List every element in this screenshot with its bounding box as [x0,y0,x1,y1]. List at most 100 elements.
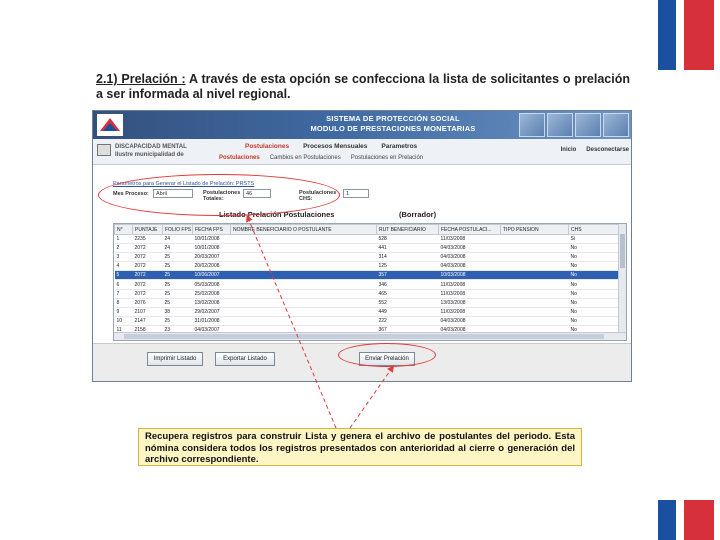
table-row[interactable]: 9 2107 38 29/02/2007 449 11/03/2008 No [114,307,621,317]
table-cell: 25 [162,261,193,272]
table-cell: 2072 [132,289,163,299]
table-row[interactable]: 1 2235 24 10/01/2008 528 11/03/2008 Si [114,234,621,245]
menu-desconectarse[interactable]: Desconectarse [586,147,629,153]
vertical-scrollbar[interactable] [618,224,626,332]
column-header[interactable]: NOMBRE BENEFICIARIO O POSTULANTE [230,224,377,235]
table-cell [230,261,377,272]
table-cell: 10/03/2008 [438,270,501,281]
column-header[interactable]: CHS [568,224,621,235]
table-cell [230,298,377,308]
chs-field[interactable]: 1 [343,189,369,198]
table-row[interactable]: 7 2072 25 25/02/2008 465 11/03/2008 No [114,289,621,299]
column-header[interactable]: RUT BENEFICIARIO [376,224,439,235]
submenu-cambios[interactable]: Cambios en Postulaciones [270,155,341,161]
table-cell: 20/02/2008 [192,261,231,272]
table-cell: 2107 [132,307,163,317]
table-cell [230,270,377,281]
app-banner: SISTEMA DE PROTECCIÓN SOCIAL MODULO DE P… [93,111,631,139]
table-cell: 25/02/2008 [192,289,231,299]
table-cell [230,307,377,317]
table-cell [230,243,377,254]
table-cell: 8 [114,298,133,308]
table-cell [500,234,569,245]
table-cell: 528 [376,234,439,245]
table-cell: 2 [114,243,133,254]
column-header[interactable]: FECHA FPS [192,224,231,235]
table-cell: 441 [376,243,439,254]
main-menu: Postulaciones Procesos Mensuales Paramet… [245,143,417,150]
table-cell [500,307,569,317]
table-header-row: N° PUNTAJE FOLIO FPS FECHA FPS NOMBRE BENEFI… [114,224,621,235]
table-cell: 38 [162,307,193,317]
table-cell [230,252,377,263]
column-header[interactable]: PUNTAJE [132,224,163,235]
menu-procesos-mensuales[interactable]: Procesos Mensuales [303,143,367,150]
table-cell: 13/03/2008 [438,298,501,308]
table-row[interactable]: 3 2072 25 20/03/2007 314 04/03/2008 No [114,252,621,263]
prelacion-table: N° PUNTAJE FOLIO FPS FECHA FPS NOMBRE BENEFI… [113,223,627,341]
table-cell [500,279,569,290]
table-cell: 7 [114,289,133,299]
table-cell [500,261,569,272]
table-cell: 25 [162,289,193,299]
table-cell: No [568,270,621,281]
table-cell: 10/01/2008 [192,243,231,254]
table-cell [500,270,569,281]
table-cell [500,289,569,299]
menu-postulaciones[interactable]: Postulaciones [245,143,289,150]
table-cell: 6 [114,279,133,290]
navigation-bar: DISCAPACIDAD MENTAL Ilustre municipalida… [93,139,631,165]
horizontal-scrollbar[interactable] [114,332,626,340]
table-cell: 10/06/2007 [192,270,231,281]
sub-menu: Postulaciones Cambios en Postulaciones P… [219,155,423,161]
table-cell: No [568,279,621,290]
table-row[interactable]: 6 2072 25 05/03/2008 346 11/03/2008 No [114,279,621,290]
table-cell: No [568,252,621,263]
table-row[interactable]: 8 2076 25 13/02/2008 552 13/03/2008 No [114,298,621,308]
government-logo-icon [97,114,123,136]
table-cell: No [568,261,621,272]
submenu-prelacion[interactable]: Postulaciones en Prelación [351,155,423,161]
exportar-listado-button[interactable]: Exportar Listado [215,352,275,366]
table-cell [230,289,377,299]
table-cell: 465 [376,289,439,299]
table-cell: 29/02/2007 [192,307,231,317]
table-cell: 346 [376,279,439,290]
table-cell: 5 [114,270,133,281]
table-body: 1 2235 24 10/01/2008 528 11/03/2008 Si 2 2072 24 1… [114,234,621,336]
menu-inicio[interactable]: Inicio [561,147,577,153]
table-cell [230,234,377,245]
submenu-postulaciones[interactable]: Postulaciones [219,155,260,161]
system-title-line2: MODULO DE PRESTACIONES MONETARIAS [310,124,476,133]
table-cell [500,316,569,326]
table-cell: 04/03/2008 [438,252,501,263]
table-row[interactable]: 4 2072 25 20/02/2008 125 04/03/2008 No [114,261,621,272]
table-cell: 222 [376,316,439,326]
user-card-icon [97,144,111,156]
table-cell: 20/03/2007 [192,252,231,263]
table-cell: 31/01/2008 [192,316,231,326]
table-row[interactable]: 5 2072 25 10/06/2007 357 10/03/2008 No [114,270,621,281]
column-header[interactable]: FECHA POSTULACI... [438,224,501,235]
column-header[interactable]: TIPO PENSION [500,224,569,235]
table-cell: 11/03/2008 [438,234,501,245]
table-cell: 4 [114,261,133,272]
intro-paragraph: 2.1) Prelación : A través de esta opción… [96,72,630,102]
table-cell: 3 [114,252,133,263]
menu-parametros[interactable]: Parametros [381,143,417,150]
table-cell: No [568,307,621,317]
table-cell: 11/03/2008 [438,279,501,290]
table-row[interactable]: 10 2147 25 31/01/2008 222 04/03/2008 No [114,316,621,326]
table-cell [230,316,377,326]
annotation-ellipse-params [98,174,340,216]
table-cell: Si [568,234,621,245]
table-cell: 04/03/2008 [438,243,501,254]
table-cell: 13/02/2008 [192,298,231,308]
column-header[interactable]: FOLIO FPS [162,224,193,235]
column-header[interactable]: N° [114,224,133,235]
table-row[interactable]: 2 2072 24 10/01/2008 441 04/03/2008 No [114,243,621,254]
table-cell: 2076 [132,298,163,308]
table-cell: 2147 [132,316,163,326]
imprimir-listado-button[interactable]: Imprimir Listado [147,352,203,366]
system-title: SISTEMA DE PROTECCIÓN SOCIAL MODULO DE P… [243,114,543,134]
